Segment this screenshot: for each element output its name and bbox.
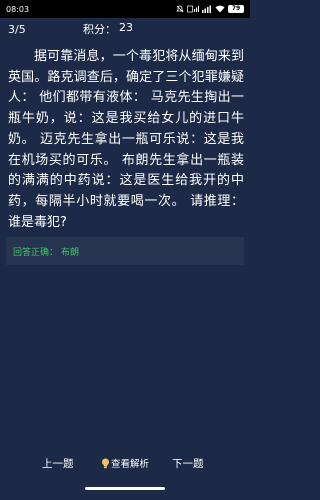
answer-result-value: 布朗 — [61, 247, 80, 258]
score-label: 积分： — [83, 23, 116, 36]
view-analysis-button[interactable]: 查看解析 — [101, 456, 149, 470]
score: 积分： 23 — [83, 21, 133, 37]
bell-mute-icon — [176, 5, 184, 13]
bottom-nav: 上一题 查看解析 下一题 — [0, 450, 250, 476]
status-icons: 79 — [176, 5, 244, 13]
wifi-icon — [215, 5, 225, 13]
status-time: 08:03 — [6, 4, 30, 14]
quiz-header: 3/5 积分： 23 — [8, 20, 242, 38]
previous-question-button[interactable]: 上一题 — [42, 456, 74, 471]
view-analysis-label: 查看解析 — [111, 459, 150, 470]
score-value: 23 — [119, 21, 133, 34]
battery-icon: 79 — [228, 5, 244, 13]
hd-signal-icon — [187, 5, 199, 13]
status-bar: 08:03 79 — [0, 0, 250, 18]
answer-result-label: 回答正确： — [13, 247, 59, 258]
next-question-button[interactable]: 下一题 — [172, 456, 204, 471]
question-text: 据可靠消息，一个毒犯将从缅甸来到英国。路克调查后，确定了三个犯罪嫌疑人： 他们都… — [8, 49, 244, 230]
question-progress: 3/5 — [8, 22, 26, 36]
lightbulb-icon — [102, 458, 109, 468]
home-indicator[interactable] — [85, 487, 165, 490]
answer-result-box: 回答正确： 布朗 — [6, 237, 244, 265]
signal-bars-icon — [202, 5, 211, 13]
